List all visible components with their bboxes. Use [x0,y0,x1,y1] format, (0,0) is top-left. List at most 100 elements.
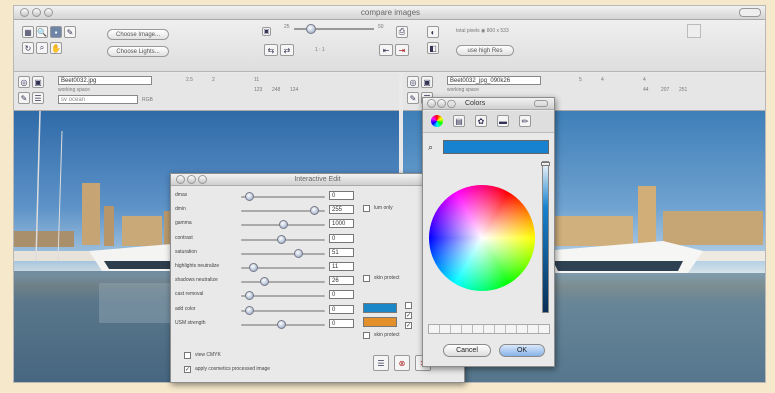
left-value-1: 2.5 [186,77,193,83]
minimize-dialog-button[interactable] [187,175,196,184]
edit-row-value[interactable]: 51 [329,247,354,257]
edit-row-slider-knob[interactable] [248,263,258,272]
printer-icon[interactable]: ⎙ [396,26,408,38]
color-swatch-well[interactable] [428,324,550,334]
target-icon[interactable]: ◎ [407,76,419,88]
cancel-button[interactable]: Cancel [443,344,491,357]
add-option-checkbox-1[interactable]: ✓ [405,312,412,319]
edit-row-slider[interactable] [241,277,325,287]
view-cmyk-checkbox[interactable] [184,352,191,359]
interactive-edit-dialog: Interactive Edit dmax 0 dmin 255 gamma 1000 co… [170,173,465,383]
edit-row-slider-knob[interactable] [278,220,288,230]
edit-icon[interactable]: ✎ [407,92,419,104]
skin-protect-2-checkbox[interactable] [363,332,370,339]
edit-row-slider-knob[interactable] [277,319,286,329]
edit-row-slider[interactable] [241,305,325,315]
list-icon[interactable]: ☰ [32,92,44,104]
edit-row-slider-knob[interactable] [293,248,303,258]
swap-right-icon[interactable]: ⇄ [280,44,294,56]
edit-row-slider[interactable] [241,234,325,244]
use-high-res-button[interactable]: use high Res [456,45,514,56]
cast-color-swatch[interactable] [363,303,397,313]
zoom-dialog-button[interactable] [198,175,207,184]
toolbar-toggle-button[interactable] [739,8,761,17]
edit-row-slider-knob[interactable] [277,234,286,244]
choose-lights-button[interactable]: Choose Lights... [107,46,169,57]
lum-only-checkbox[interactable] [363,205,370,212]
edit-row-slider[interactable] [241,291,325,301]
cast-option-checkbox[interactable] [405,302,412,309]
edit-row-slider[interactable] [241,319,325,329]
main-toolbar: ▦ 🔍 ▪ ✎ ↻ ⌕ ✋ Choose Image... Choose Lig… [14,20,765,72]
edit-row-value[interactable]: 26 [329,276,354,286]
edit-row-slider[interactable] [241,192,325,201]
edit-row-slider-knob[interactable] [259,277,269,287]
edit-row-value[interactable]: 0 [329,233,354,243]
left-profile-select[interactable]: sv ocean [58,95,138,104]
edit-row-value[interactable]: 1000 [329,219,354,229]
monitor-profile-icon[interactable]: ▣ [32,76,44,88]
zoom-slider-knob[interactable] [306,24,316,34]
hand-icon[interactable]: ✋ [50,42,62,54]
color-wheel-mode-icon[interactable] [431,115,443,127]
color-wheel[interactable] [429,185,535,291]
close-dialog-button[interactable] [176,175,185,184]
crayons-mode-icon[interactable]: ✏ [519,115,531,127]
palette-mode-icon[interactable]: ✿ [475,115,487,127]
zoom-slider[interactable] [294,24,374,34]
edit-row-value[interactable]: 11 [329,262,354,271]
apply-checkbox[interactable]: ✓ [184,366,191,373]
minimize-colors-button[interactable] [437,99,446,108]
swap-left-icon[interactable]: ⇆ [264,44,278,56]
edit-row-value[interactable]: 0 [329,191,354,200]
edit-row-slider-knob[interactable] [244,192,254,201]
choose-image-button[interactable]: Choose Image... [107,29,169,40]
edit-row-slider-knob[interactable] [244,291,254,301]
left-filename-field[interactable]: Beet0032.jpg [58,76,152,85]
select-tool-icon[interactable]: ▪ [50,26,62,38]
add-option-checkbox-2[interactable]: ✓ [405,322,412,329]
edit-row-slider[interactable] [241,206,325,216]
edit-icon[interactable]: ✎ [18,92,30,104]
edit-row-value[interactable]: 0 [329,290,354,300]
edit-row-slider[interactable] [241,220,325,230]
ok-button[interactable]: OK [499,344,545,357]
monitor-profile-icon[interactable]: ▣ [421,76,433,88]
edit-row-slider[interactable] [241,263,325,272]
brightness-slider-knob[interactable] [541,162,550,166]
skin-protect-checkbox[interactable] [363,275,370,282]
current-color-swatch[interactable] [443,140,549,154]
eyedropper-icon[interactable]: ✎ [64,26,76,38]
zoom-icon[interactable]: 🔍 [36,26,48,38]
edit-row-slider-knob[interactable] [244,305,254,315]
image-mode-icon[interactable]: ▬ [497,115,509,127]
magnifier-icon[interactable]: ⌕ [428,142,433,153]
edit-row-value[interactable]: 0 [329,318,354,328]
edit-row-slider[interactable] [241,248,325,258]
brightness-slider[interactable] [541,161,550,313]
colors-dialog: ◯ Colors ▤ ✿ ▬ ✏ ⌕ Cancel OK [422,97,555,367]
target-icon[interactable]: ◎ [18,76,30,88]
sliders-mode-icon[interactable]: ▤ [453,115,465,127]
right-filename-field[interactable]: Beet0032_jpg_090k26 [447,76,541,85]
rotate-icon[interactable]: ↻ [22,42,34,54]
edit-row-value[interactable]: 255 [329,205,354,215]
edit-row-slider-knob[interactable] [310,206,319,216]
slider-max-label: 50 [378,24,384,30]
edit-row-value[interactable]: 0 [329,304,354,314]
palette-icon[interactable]: ◐ [427,26,439,38]
colors-toolbar-toggle[interactable] [534,100,548,107]
split-left-icon[interactable]: ⇤ [379,44,393,56]
info-panel-icon[interactable] [687,24,701,38]
layers-icon[interactable]: ◧ [427,42,439,54]
right-value-3: 4 [643,77,646,83]
add-color-swatch[interactable] [363,317,397,327]
split-right-icon[interactable]: ⇥ [395,44,409,56]
edit-row-label: cast removal [175,291,204,298]
edit-row: shadows neutralize 26 [171,274,464,288]
histogram-icon[interactable]: ☰ [373,355,389,371]
reset-icon[interactable]: ⊗ [394,355,410,371]
magnify-icon[interactable]: ⌕ [36,42,48,54]
close-colors-button[interactable] [427,99,436,108]
grid-icon[interactable]: ▦ [22,26,34,38]
